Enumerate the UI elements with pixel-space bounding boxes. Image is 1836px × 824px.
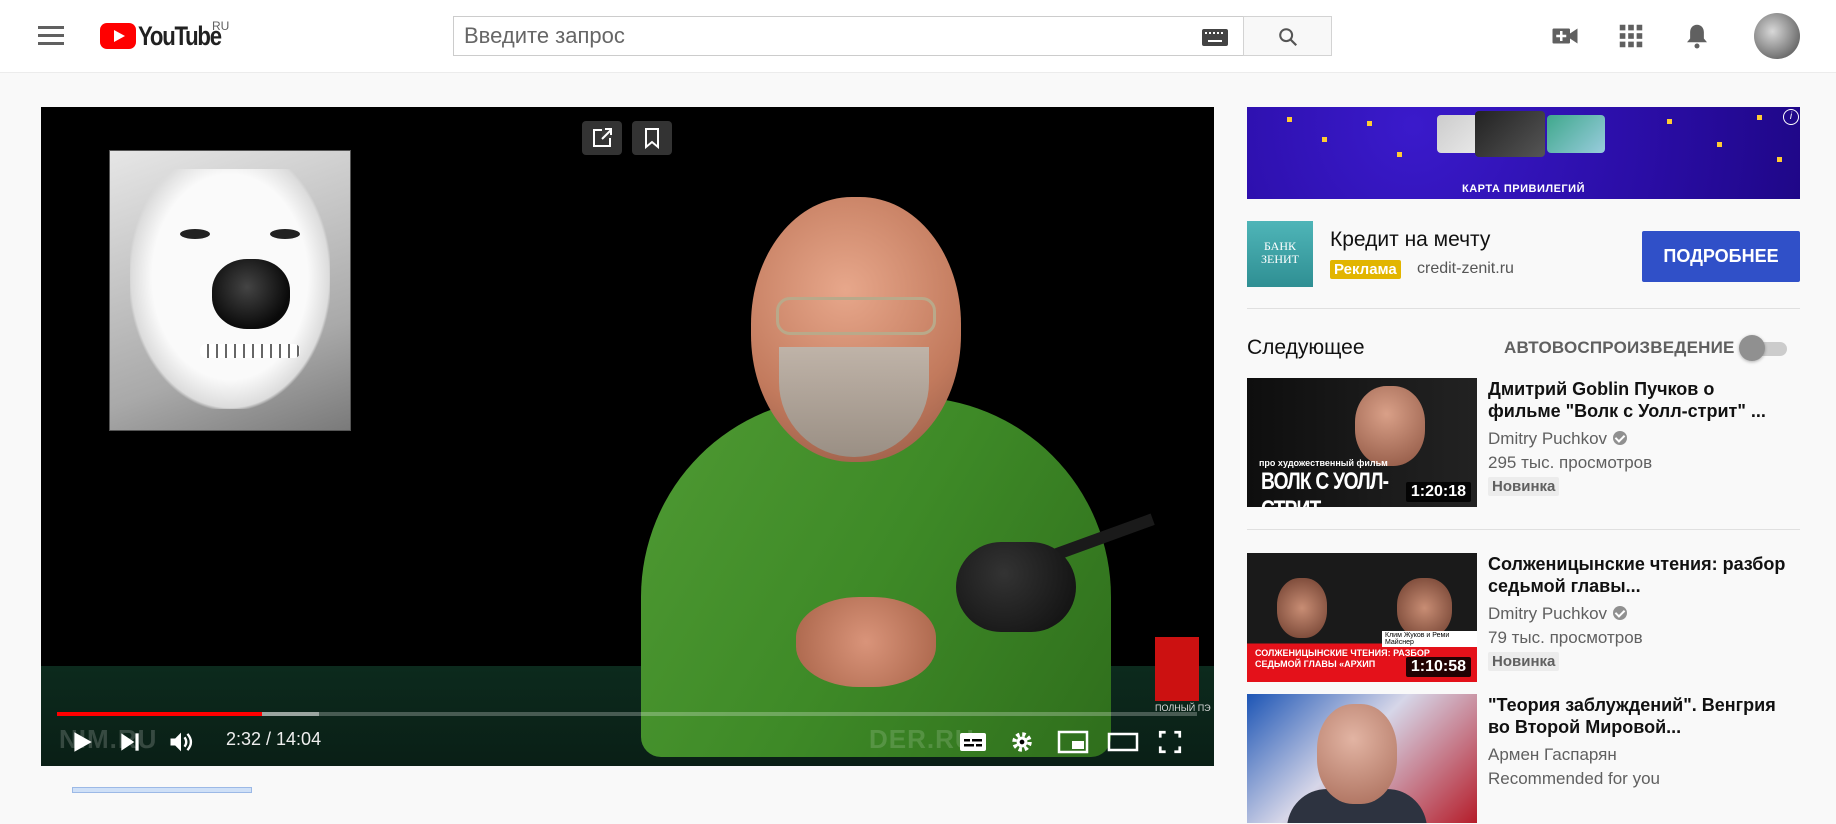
channel-name[interactable]: Dmitry Puchkov [1488,429,1628,449]
ad-label-badge: Реклама [1330,260,1401,279]
volume-icon [170,732,193,752]
video-thumbnail[interactable]: Клим Жуков и Реми Майснер СОЛЖЕНИЦЫНСКИЕ… [1247,553,1477,682]
divider [1247,529,1800,530]
theater-mode-button[interactable] [1107,729,1139,760]
recommendation-reason: Recommended for you [1488,769,1660,788]
thumbnail-label: Клим Жуков и Реми Майснер [1382,631,1477,647]
ad-banner[interactable]: КАРТА ПРИВИЛЕГИЙ [1247,107,1800,199]
time-display: 2:32 / 14:04 [226,729,322,749]
video-title[interactable]: "Теория заблуждений". Венгрия во Второй … [1488,694,1788,738]
bookmark-icon [645,128,659,150]
subtitles-button[interactable] [959,730,987,759]
channel-watermark[interactable]: ПОЛНЫЙ ПЭ [1155,637,1211,713]
below-player-element[interactable] [72,787,252,793]
volume-button[interactable] [166,728,196,761]
thumbnail-caption-small: про художественный фильм [1259,458,1388,468]
settings-button[interactable] [1009,729,1035,760]
create-video-icon[interactable] [1550,21,1580,51]
gear-icon [1012,732,1032,752]
apps-icon[interactable] [1616,21,1646,51]
video-title[interactable]: Дмитрий Goblin Пучков о фильме "Волк с У… [1488,378,1788,422]
video-player[interactable]: ПОЛНЫЙ ПЭ NIM.RU DER.RU 2:32 / 14:04 [41,107,1214,766]
miniplayer-button[interactable] [1057,729,1089,760]
progress-played [57,712,263,716]
video-duration: 1:20:18 [1405,482,1471,502]
video-title[interactable]: Солженицынские чтения: разбор седьмой гл… [1488,553,1788,597]
divider [1247,308,1800,309]
search-input[interactable] [454,17,1174,55]
video-frame-dog-image [109,150,351,431]
recommendation-item[interactable]: про художественный фильм ВОЛК С УОЛЛ-СТР… [1247,378,1800,508]
youtube-logo[interactable]: YouTube RU [100,19,239,52]
verified-icon [1613,606,1628,620]
notifications-bell-icon[interactable] [1682,21,1712,51]
play-button[interactable] [69,729,95,760]
channel-name[interactable]: Dmitry Puchkov [1488,604,1628,624]
progress-bar[interactable] [57,712,1197,716]
logo-region: RU [212,19,230,33]
ad-title[interactable]: Кредит на мечту [1330,228,1490,252]
view-count: 79 тыс. просмотров [1488,628,1643,647]
play-icon [74,732,92,752]
ad-advertiser-logo[interactable]: БАНК ЗЕНИТ [1247,221,1313,287]
ad-cta-button[interactable]: ПОДРОБНЕЕ [1642,231,1800,282]
search-button[interactable] [1243,16,1332,56]
avatar[interactable] [1754,13,1800,59]
share-icon [593,128,612,147]
video-thumbnail[interactable] [1247,694,1477,823]
ad-info-icon[interactable]: i [1783,109,1799,125]
new-badge: Новинка [1488,477,1560,496]
skip-next-icon [121,733,139,751]
miniplayer-icon [1057,730,1089,754]
channel-name[interactable]: Армен Гаспарян [1488,745,1617,765]
search-box [453,16,1244,56]
watch-later-button[interactable] [632,121,672,155]
search-icon [1279,28,1298,47]
subtitles-icon [960,733,986,751]
view-count: 295 тыс. просмотров [1488,453,1653,472]
autoplay-toggle[interactable] [1739,335,1789,361]
video-thumbnail[interactable]: про художественный фильм ВОЛК С УОЛЛ-СТР… [1247,378,1477,507]
up-next-heading: Следующее [1247,336,1365,359]
fullscreen-button[interactable] [1157,729,1183,760]
fullscreen-icon [1158,730,1182,754]
keyboard-icon[interactable] [1202,29,1228,46]
video-frame-microphone [956,513,1155,652]
masthead: YouTube RU [0,0,1836,73]
video-duration: 1:10:58 [1405,657,1471,677]
autoplay-label: АВТОВОСПРОИЗВЕДЕНИЕ [1504,338,1735,357]
menu-icon[interactable] [34,22,68,50]
logo-text: YouTube [138,20,222,51]
theater-mode-icon [1107,732,1139,752]
new-badge: Новинка [1488,652,1560,671]
ad-domain: credit-zenit.ru [1417,260,1514,277]
verified-icon [1613,431,1628,445]
ad-banner-text: КАРТА ПРИВИЛЕГИЙ [1462,183,1585,195]
video-frame-presenter [601,197,1161,757]
recommendation-item[interactable]: "Теория заблуждений". Венгрия во Второй … [1247,694,1800,824]
next-button[interactable] [117,729,143,760]
recommendation-item[interactable]: Клим Жуков и Реми Майснер СОЛЖЕНИЦЫНСКИЕ… [1247,553,1800,683]
youtube-play-icon [100,23,136,49]
share-button[interactable] [582,121,622,155]
